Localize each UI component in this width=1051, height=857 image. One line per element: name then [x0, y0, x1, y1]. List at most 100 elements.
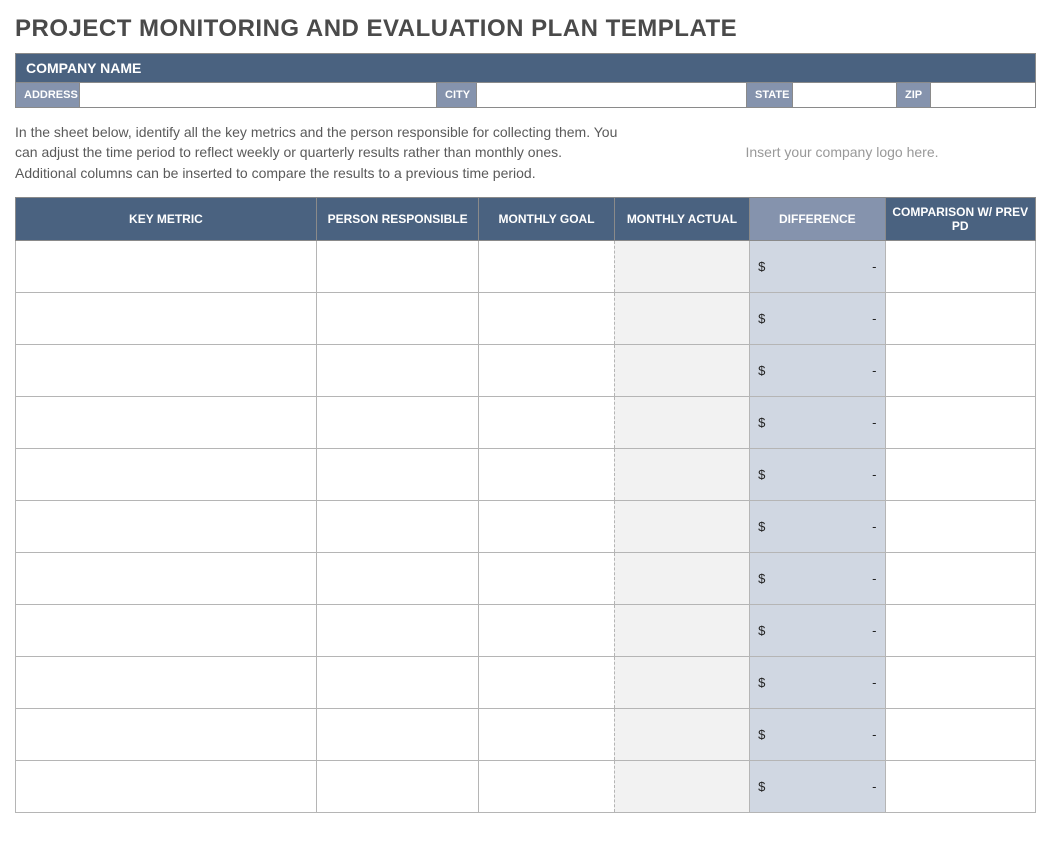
cell-difference: $-: [750, 292, 885, 344]
cell-difference: $-: [750, 396, 885, 448]
currency-symbol: $: [758, 259, 765, 274]
cell-monthly-actual[interactable]: [614, 240, 749, 292]
table-row: $-: [16, 604, 1036, 656]
currency-symbol: $: [758, 571, 765, 586]
cell-monthly-actual[interactable]: [614, 656, 749, 708]
currency-symbol: $: [758, 311, 765, 326]
currency-symbol: $: [758, 727, 765, 742]
cell-difference: $-: [750, 708, 885, 760]
difference-value: -: [872, 259, 876, 274]
table-row: $-: [16, 760, 1036, 812]
cell-key-metric[interactable]: [16, 292, 317, 344]
cell-monthly-goal[interactable]: [479, 656, 614, 708]
cell-monthly-goal[interactable]: [479, 708, 614, 760]
cell-monthly-goal[interactable]: [479, 292, 614, 344]
cell-key-metric[interactable]: [16, 240, 317, 292]
table-row: $-: [16, 500, 1036, 552]
cell-key-metric[interactable]: [16, 500, 317, 552]
city-field[interactable]: [477, 83, 747, 107]
cell-key-metric[interactable]: [16, 760, 317, 812]
company-name-bar[interactable]: COMPANY NAME: [15, 53, 1036, 83]
cell-monthly-goal[interactable]: [479, 760, 614, 812]
cell-comparison[interactable]: [885, 656, 1035, 708]
cell-person-responsible[interactable]: [316, 500, 478, 552]
cell-comparison[interactable]: [885, 396, 1035, 448]
cell-person-responsible[interactable]: [316, 552, 478, 604]
cell-person-responsible[interactable]: [316, 396, 478, 448]
cell-comparison[interactable]: [885, 500, 1035, 552]
cell-key-metric[interactable]: [16, 448, 317, 500]
cell-monthly-goal[interactable]: [479, 552, 614, 604]
cell-monthly-actual[interactable]: [614, 760, 749, 812]
difference-value: -: [872, 675, 876, 690]
cell-person-responsible[interactable]: [316, 760, 478, 812]
cell-monthly-goal[interactable]: [479, 500, 614, 552]
header-difference: DIFFERENCE: [750, 197, 885, 240]
table-row: $-: [16, 708, 1036, 760]
table-row: $-: [16, 552, 1036, 604]
page-title: PROJECT MONITORING AND EVALUATION PLAN T…: [15, 15, 1036, 43]
cell-key-metric[interactable]: [16, 708, 317, 760]
cell-monthly-goal[interactable]: [479, 344, 614, 396]
difference-value: -: [872, 415, 876, 430]
logo-placeholder[interactable]: Insert your company logo here.: [648, 122, 1036, 183]
cell-difference: $-: [750, 604, 885, 656]
cell-monthly-actual[interactable]: [614, 344, 749, 396]
zip-label: ZIP: [897, 83, 931, 107]
difference-value: -: [872, 779, 876, 794]
cell-person-responsible[interactable]: [316, 604, 478, 656]
cell-comparison[interactable]: [885, 604, 1035, 656]
currency-symbol: $: [758, 779, 765, 794]
cell-key-metric[interactable]: [16, 656, 317, 708]
cell-monthly-actual[interactable]: [614, 604, 749, 656]
cell-monthly-goal[interactable]: [479, 604, 614, 656]
city-label: CITY: [437, 83, 477, 107]
cell-key-metric[interactable]: [16, 552, 317, 604]
cell-comparison[interactable]: [885, 344, 1035, 396]
table-row: $-: [16, 240, 1036, 292]
cell-difference: $-: [750, 448, 885, 500]
currency-symbol: $: [758, 519, 765, 534]
cell-person-responsible[interactable]: [316, 656, 478, 708]
cell-monthly-actual[interactable]: [614, 552, 749, 604]
cell-person-responsible[interactable]: [316, 448, 478, 500]
cell-key-metric[interactable]: [16, 396, 317, 448]
cell-comparison[interactable]: [885, 760, 1035, 812]
cell-key-metric[interactable]: [16, 604, 317, 656]
address-field[interactable]: [80, 83, 437, 107]
cell-monthly-actual[interactable]: [614, 448, 749, 500]
cell-monthly-actual[interactable]: [614, 292, 749, 344]
table-row: $-: [16, 292, 1036, 344]
cell-monthly-goal[interactable]: [479, 448, 614, 500]
cell-person-responsible[interactable]: [316, 708, 478, 760]
cell-difference: $-: [750, 760, 885, 812]
currency-symbol: $: [758, 623, 765, 638]
cell-monthly-actual[interactable]: [614, 500, 749, 552]
zip-field[interactable]: [931, 83, 1035, 107]
state-label: STATE: [747, 83, 793, 107]
cell-monthly-actual[interactable]: [614, 708, 749, 760]
cell-comparison[interactable]: [885, 292, 1035, 344]
cell-comparison[interactable]: [885, 552, 1035, 604]
cell-comparison[interactable]: [885, 708, 1035, 760]
cell-person-responsible[interactable]: [316, 344, 478, 396]
header-person-responsible: PERSON RESPONSIBLE: [316, 197, 478, 240]
cell-key-metric[interactable]: [16, 344, 317, 396]
difference-value: -: [872, 363, 876, 378]
table-row: $-: [16, 656, 1036, 708]
cell-comparison[interactable]: [885, 240, 1035, 292]
cell-monthly-actual[interactable]: [614, 396, 749, 448]
header-monthly-actual: MONTHLY ACTUAL: [614, 197, 749, 240]
currency-symbol: $: [758, 467, 765, 482]
cell-person-responsible[interactable]: [316, 292, 478, 344]
header-key-metric: KEY METRIC: [16, 197, 317, 240]
header-monthly-goal: MONTHLY GOAL: [479, 197, 614, 240]
cell-comparison[interactable]: [885, 448, 1035, 500]
cell-person-responsible[interactable]: [316, 240, 478, 292]
cell-monthly-goal[interactable]: [479, 240, 614, 292]
difference-value: -: [872, 571, 876, 586]
cell-monthly-goal[interactable]: [479, 396, 614, 448]
cell-difference: $-: [750, 500, 885, 552]
address-label: ADDRESS: [16, 83, 80, 107]
state-field[interactable]: [793, 83, 897, 107]
